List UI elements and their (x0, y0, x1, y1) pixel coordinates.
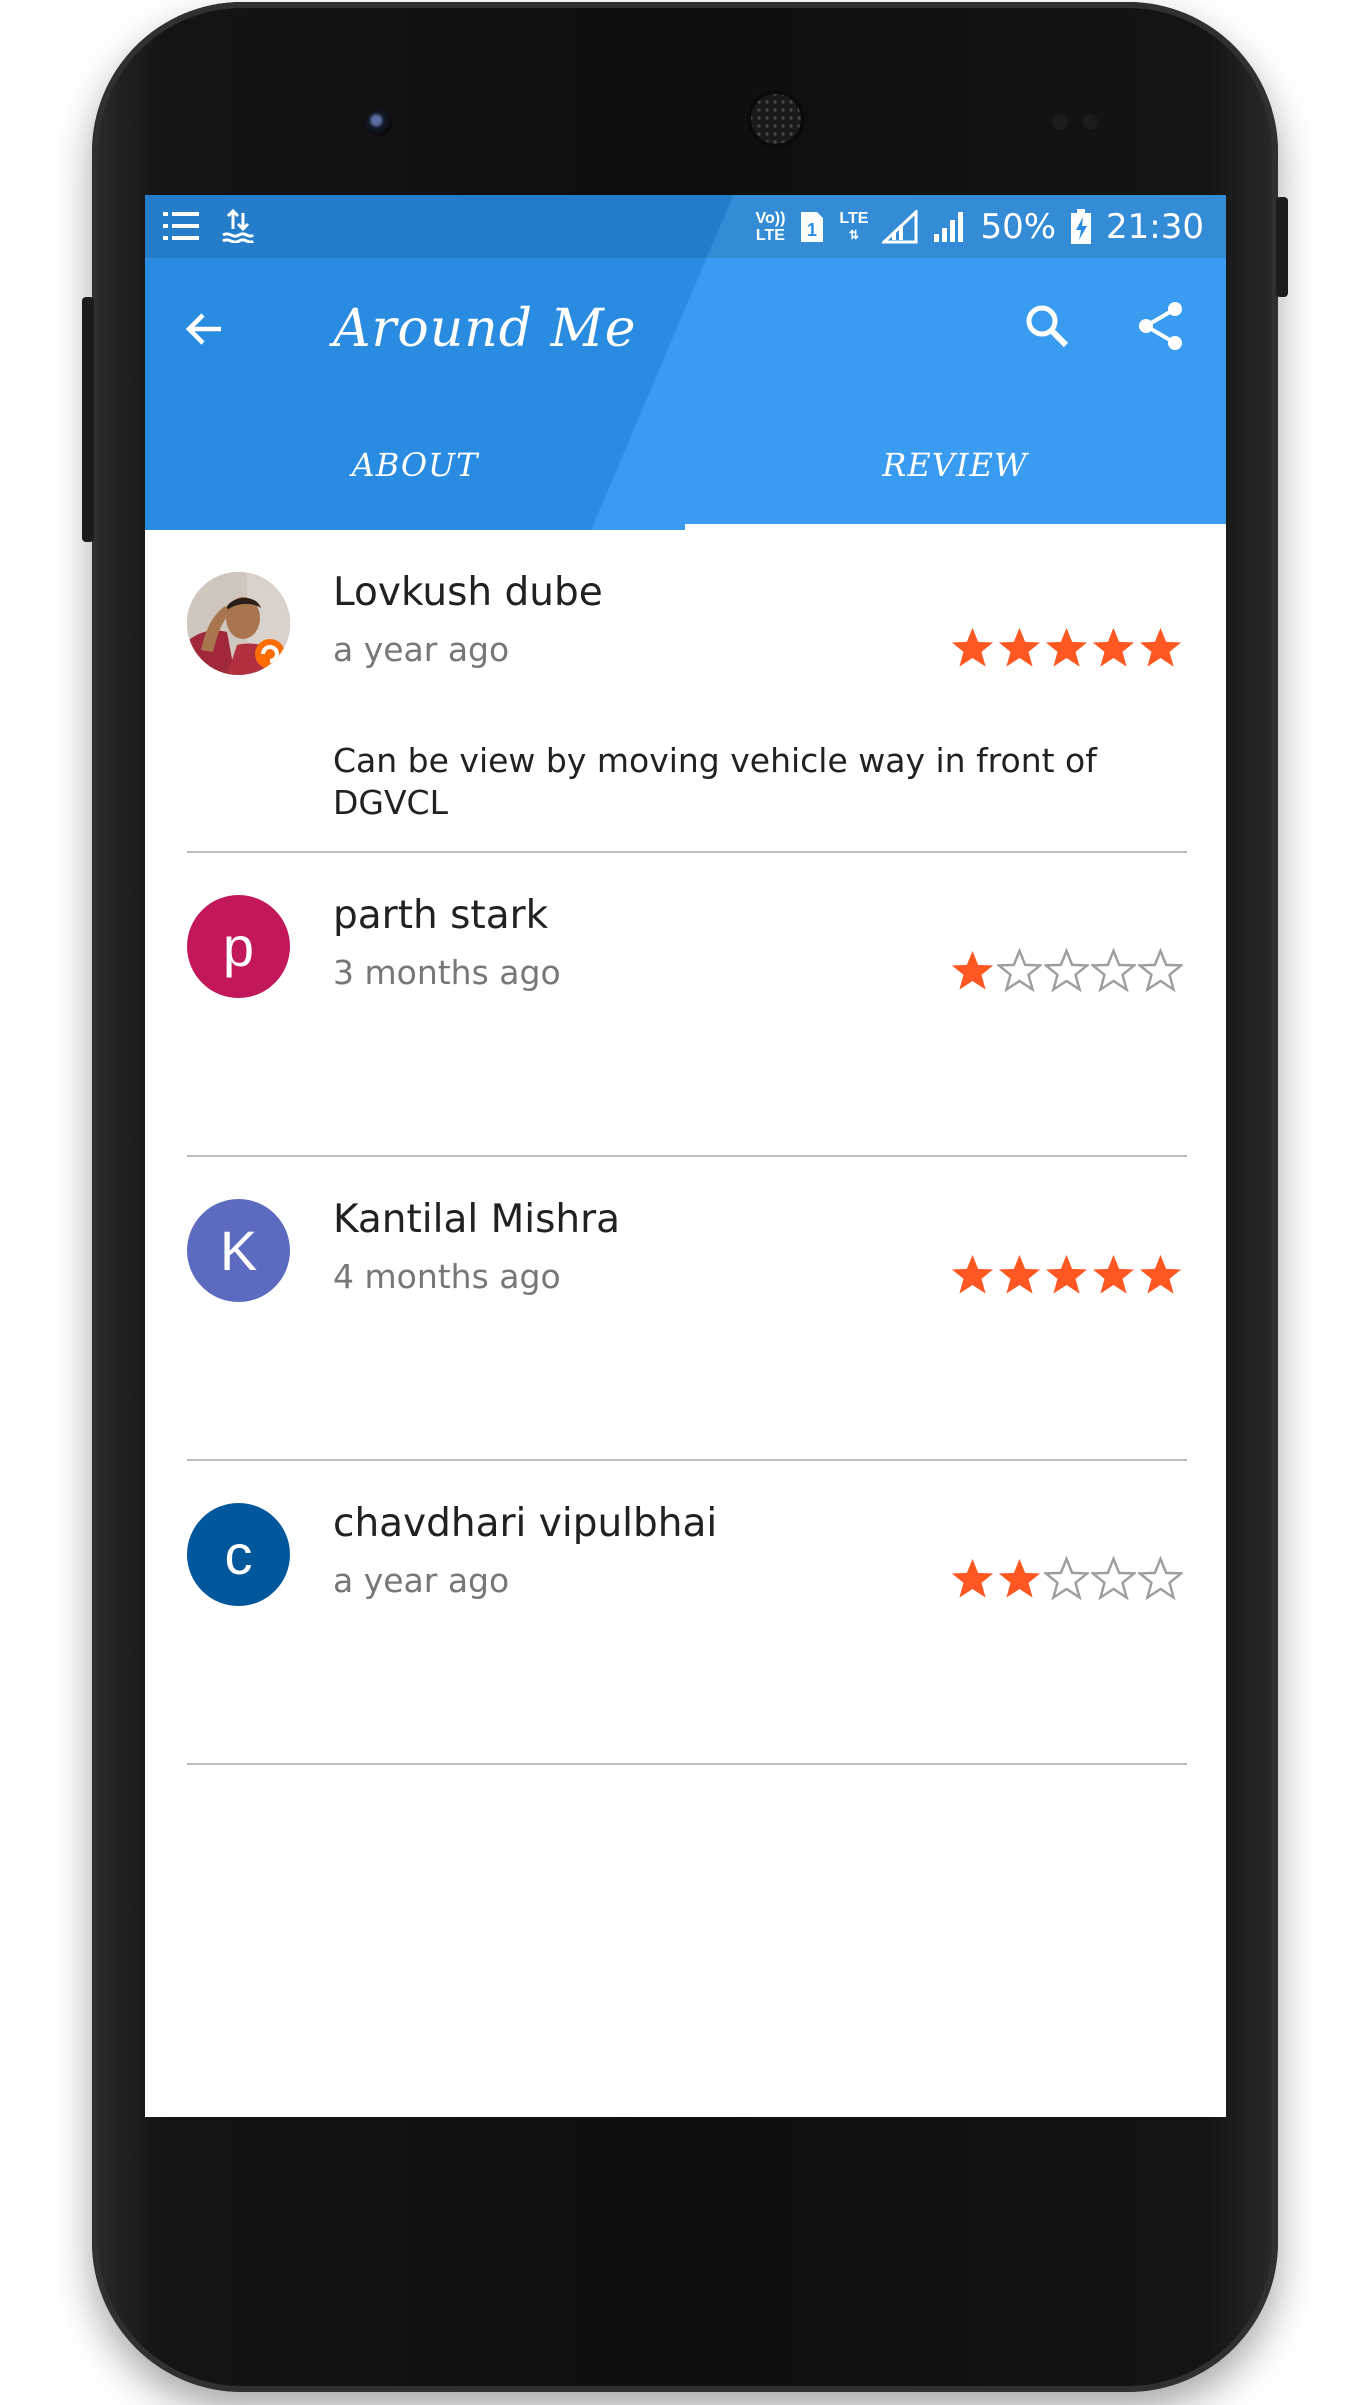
power-button (1276, 197, 1288, 297)
star-empty-icon (1091, 1556, 1136, 1601)
search-button[interactable] (1007, 286, 1087, 366)
review-comment: Can be view by moving vehicle way in fro… (333, 741, 1097, 822)
star-empty-icon (1091, 948, 1136, 993)
star-filled-icon (998, 627, 1041, 667)
star-filled-icon (951, 1254, 994, 1294)
star-filled-icon (1139, 1254, 1182, 1294)
signal-icon (882, 210, 918, 244)
star-filled-icon (998, 1558, 1041, 1598)
star-empty-icon (1138, 948, 1183, 993)
volume-button (82, 297, 94, 542)
share-button[interactable] (1121, 286, 1201, 366)
battery-charging-icon (1071, 209, 1092, 244)
star-rating (950, 1252, 1183, 1297)
battery-percent: 50% (980, 207, 1057, 247)
review-time: a year ago (333, 630, 510, 669)
avatar: c (187, 1503, 290, 1606)
share-icon (1139, 302, 1182, 350)
review-time: 4 months ago (333, 1257, 561, 1296)
avatar-letter: c (224, 1523, 253, 1586)
review-item[interactable]: Lovkush dube a year ago Can be view by m… (145, 530, 1226, 853)
review-time: a year ago (333, 1561, 510, 1600)
review-time: 3 months ago (333, 953, 561, 992)
toolbar: Around Me (145, 258, 1226, 400)
search-icon (1026, 305, 1069, 348)
star-filled-icon (998, 1254, 1041, 1294)
reviewer-name: parth stark (333, 893, 549, 938)
star-filled-icon (951, 1558, 994, 1598)
review-item[interactable]: K Kantilal Mishra 4 months ago (145, 1157, 1226, 1461)
signal-strength-icon (934, 212, 964, 242)
star-filled-icon (951, 950, 994, 990)
star-filled-icon (1139, 627, 1182, 667)
app-bar: Vo)) LTE 1 LTE ⇅ 50% 21:30 Around Me ABO… (145, 195, 1226, 530)
lte-indicator: LTE ⇅ (839, 210, 869, 242)
avatar-photo (187, 572, 290, 675)
page-title: Around Me (333, 299, 637, 359)
reviewer-name: chavdhari vipulbhai (333, 1501, 718, 1546)
data-transfer-icon (222, 209, 255, 243)
light-sensor (1082, 114, 1098, 130)
star-rating (950, 1556, 1183, 1601)
avatar: p (187, 895, 290, 998)
back-button[interactable] (165, 289, 245, 369)
avatar: K (187, 1199, 290, 1302)
tab-about[interactable]: ABOUT (145, 400, 685, 530)
star-filled-icon (1092, 627, 1135, 667)
divider (187, 1763, 1187, 1765)
avatar-letter: p (222, 915, 255, 978)
star-filled-icon (1092, 1254, 1135, 1294)
star-rating (950, 625, 1183, 670)
avatar-letter: K (219, 1219, 258, 1282)
arrow-back-icon (185, 313, 221, 345)
reviewer-name: Kantilal Mishra (333, 1197, 621, 1242)
star-empty-icon (1044, 948, 1089, 993)
clock: 21:30 (1106, 207, 1204, 247)
review-item[interactable]: c chavdhari vipulbhai a year ago (145, 1461, 1226, 1765)
notification-list-icon (163, 212, 199, 240)
sim-icon: 1 (801, 212, 824, 242)
star-empty-icon (1044, 1556, 1089, 1601)
screen: Vo)) LTE 1 LTE ⇅ 50% 21:30 Around Me ABO… (145, 195, 1226, 2117)
tab-bar: ABOUT REVIEW (145, 400, 1226, 530)
star-filled-icon (951, 627, 994, 667)
tab-review[interactable]: REVIEW (685, 400, 1225, 530)
proximity-sensor (1052, 114, 1068, 130)
avatar (187, 572, 290, 675)
svg-text:1: 1 (807, 220, 817, 240)
reviewer-name: Lovkush dube (333, 570, 603, 615)
volte-indicator: Vo)) LTE (755, 210, 786, 244)
star-filled-icon (1045, 627, 1088, 667)
front-camera (366, 110, 392, 136)
earpiece-speaker (747, 90, 805, 148)
review-item[interactable]: p parth stark 3 months ago (145, 853, 1226, 1157)
star-rating (950, 948, 1183, 993)
star-empty-icon (1138, 1556, 1183, 1601)
star-filled-icon (1045, 1254, 1088, 1294)
star-empty-icon (997, 948, 1042, 993)
status-bar: Vo)) LTE 1 LTE ⇅ 50% 21:30 (145, 195, 1226, 258)
